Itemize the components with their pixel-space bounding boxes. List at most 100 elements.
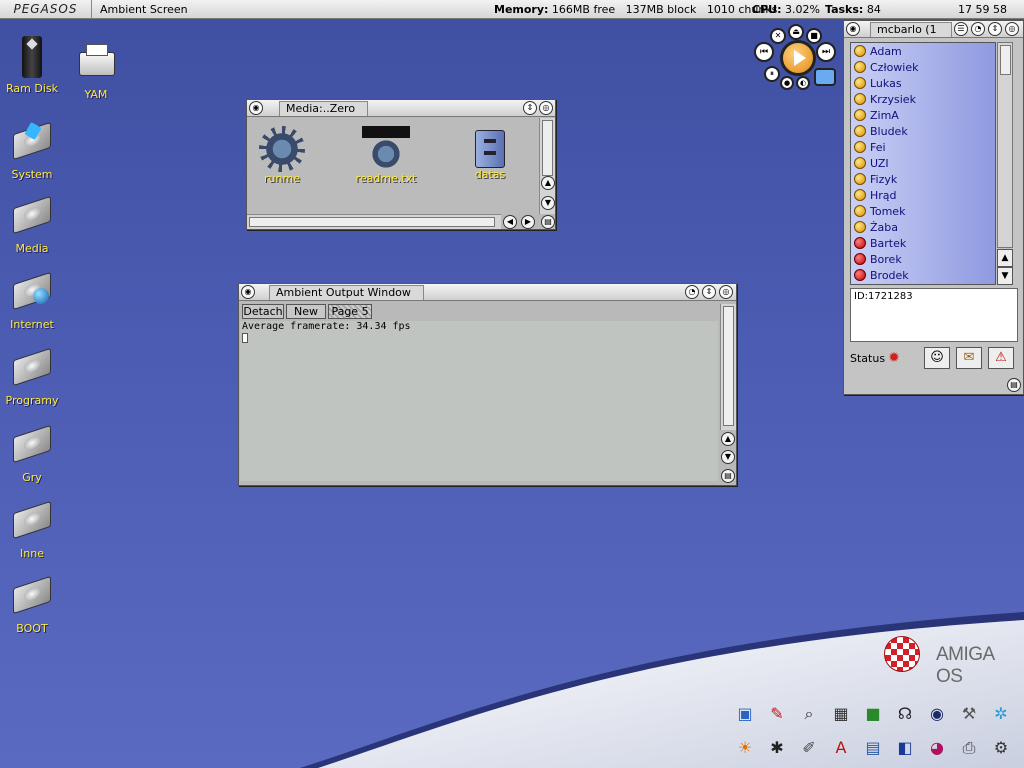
magnifier-icon[interactable]: ⌕ [796,702,822,726]
printer-icon[interactable]: ⎙ [956,736,982,760]
media-horizontal-scrollbar[interactable] [247,214,501,229]
previous-button[interactable]: ⏮ [754,42,774,62]
contact-item[interactable]: Fizyk [851,171,995,187]
page-tab[interactable]: Page 5 [328,304,372,319]
new-button[interactable]: New [286,304,326,319]
desktop-icon-inne[interactable]: Inne [0,499,64,560]
paint-icon[interactable]: ✐ [796,736,822,760]
globe-icon[interactable]: ◕ [924,736,950,760]
desktop-icon-system[interactable]: System [0,120,64,181]
contact-info-box[interactable]: ID:1721283 [850,288,1018,342]
playlist-button[interactable] [814,68,836,86]
output-scroll-down-button[interactable]: ▼ [721,450,735,464]
output-scroll-up-button[interactable]: ▲ [721,432,735,446]
im-zoom-button[interactable]: ◔ [971,22,985,36]
im-depth-button[interactable]: ⇕ [988,22,1002,36]
history-button[interactable]: ✉ [956,347,982,369]
media-depth-button[interactable]: ⇕ [523,101,537,115]
contact-list[interactable]: Adam Człowiek Lukas Krzysiek ZimA Bludek… [850,42,996,285]
pencil-icon[interactable]: ✎ [764,702,790,726]
media-scroll-thumb[interactable] [542,120,553,176]
desktop-icon-programy[interactable]: Programy [0,346,64,407]
im-resize-handle[interactable]: ▤ [1007,378,1021,392]
media-hscroll-thumb[interactable] [249,217,495,227]
record-button[interactable]: ● [780,76,794,90]
media-close-button[interactable]: ◉ [249,101,263,115]
output-iconify-button[interactable]: ◎ [719,285,733,299]
network-icon[interactable]: ✲ [988,702,1014,726]
contact-item[interactable]: ZimA [851,107,995,123]
desktop-icon-ram-disk[interactable]: Ram Disk [0,34,64,95]
monitor-icon[interactable]: ▤ [860,736,886,760]
media-scroll-up-button[interactable]: ▲ [541,176,555,190]
output-window-titlebar[interactable]: ◉ Ambient Output Window ◔ ⇕ ◎ [239,284,736,301]
contact-item[interactable]: Człowiek [851,59,995,75]
contact-item[interactable]: Bartek [851,235,995,251]
media-scroll-right-button[interactable]: ▶ [521,215,535,229]
output-resize-handle[interactable]: ▤ [721,469,735,483]
cube-icon[interactable]: ■ [860,702,886,726]
desktop-icon-media[interactable]: Media [0,194,64,255]
contact-item[interactable]: Żaba [851,219,995,235]
photo-icon[interactable]: ◧ [892,736,918,760]
desktop-icon-gry[interactable]: Gry [0,423,64,484]
calculator-icon[interactable]: ▦ [828,702,854,726]
im-iconify-button[interactable]: ◎ [1005,22,1019,36]
media-scroll-left-button[interactable]: ◀ [503,215,517,229]
status-selector[interactable]: Status ✹ [850,349,900,367]
media-window-titlebar[interactable]: ◉ Media:..Zero ⇕ ◎ [247,100,555,117]
eject-button[interactable]: ⏏ [788,24,804,40]
dock-settings-icon[interactable]: ⚙ [988,736,1014,760]
media-scroll-down-button[interactable]: ▼ [541,196,555,210]
spider-icon[interactable]: ✱ [764,736,790,760]
contact-item[interactable]: UZI [851,155,995,171]
contact-item[interactable]: Tomek [851,203,995,219]
im-window-titlebar[interactable]: ◉ mcbarlo (1 ☰ ◔ ⇕ ◎ [844,21,1023,38]
im-close-button[interactable]: ◉ [846,22,860,36]
hat-icon[interactable]: ◉ [924,702,950,726]
im-menu-button[interactable]: ☰ [954,22,968,36]
contact-item[interactable]: Fei [851,139,995,155]
contact-item[interactable]: Adam [851,43,995,59]
font-icon[interactable]: A [828,736,854,760]
sun-icon[interactable]: ☀ [732,736,758,760]
pegasos-logo[interactable]: PEGASOS [0,0,92,19]
next-button[interactable]: ⏭ [816,42,836,62]
play-button[interactable] [780,40,816,76]
output-zoom-button[interactable]: ◔ [685,285,699,299]
contact-item[interactable]: Borek [851,251,995,267]
output-scroll-thumb[interactable] [723,306,734,426]
file-icon-label: datas [474,168,506,181]
mplayer-icon[interactable]: ▣ [732,702,758,726]
output-vertical-scrollbar[interactable] [720,304,736,430]
detach-button[interactable]: Detach [242,304,284,319]
contact-name: Fei [870,140,886,154]
headphones-icon[interactable]: ☊ [892,702,918,726]
desktop-icon-yam[interactable]: YAM [64,40,128,101]
alert-button[interactable]: ⚠ [988,347,1014,369]
output-close-button[interactable]: ◉ [241,285,255,299]
pause-button[interactable]: ⏸ [764,66,780,82]
contact-item[interactable]: Hrąd [851,187,995,203]
avatar-button[interactable]: ☺ [924,347,950,369]
media-iconify-button[interactable]: ◎ [539,101,553,115]
contact-item[interactable]: Brodek [851,267,995,283]
output-depth-button[interactable]: ⇕ [702,285,716,299]
contact-list-scrollbar[interactable] [997,42,1013,248]
contact-scroll-down-button[interactable]: ▼ [997,267,1013,285]
contact-scroll-up-button[interactable]: ▲ [997,249,1013,267]
contact-scroll-thumb[interactable] [1000,45,1011,75]
contact-item[interactable]: Krzysiek [851,91,995,107]
close-player-button[interactable]: ✕ [770,28,786,44]
file-icon-readme[interactable]: readme.txt [351,126,421,185]
contact-item[interactable]: Bludek [851,123,995,139]
stop-button[interactable]: ■ [806,28,822,44]
desktop-icon-internet[interactable]: Internet [0,270,64,331]
media-resize-handle[interactable]: ▤ [541,215,555,229]
contact-item[interactable]: Lukas [851,75,995,91]
tools-icon[interactable]: ⚒ [956,702,982,726]
output-text-area[interactable]: Average framerate: 34.34 fps [240,321,718,481]
file-icon-runme[interactable]: runme [247,126,317,185]
file-icon-datas[interactable]: datas [455,130,525,181]
loop-button[interactable]: ◐ [796,76,810,90]
